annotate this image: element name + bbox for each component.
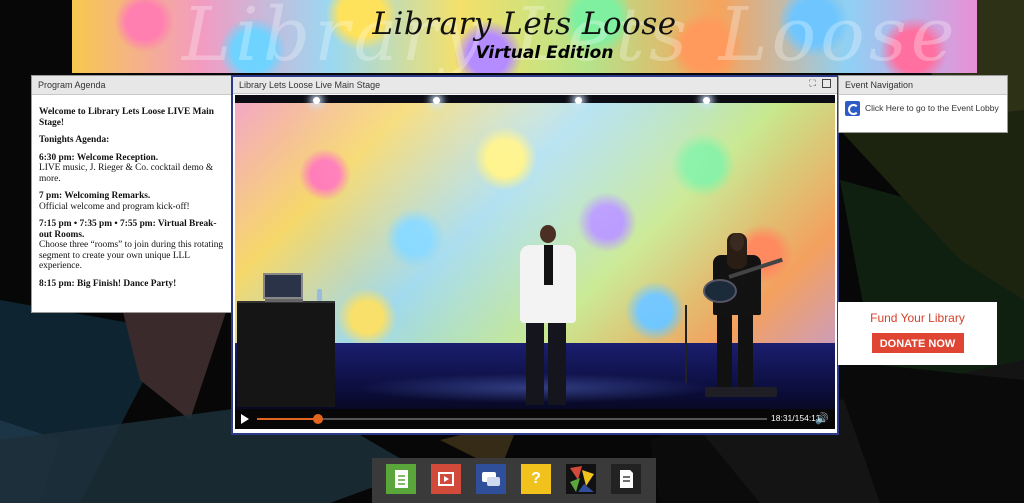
fullscreen-icon[interactable]: ⛶	[808, 79, 817, 88]
fund-title: Fund Your Library	[870, 311, 965, 325]
stage-light	[313, 97, 320, 104]
document-icon[interactable]	[386, 464, 416, 494]
program-agenda-header: Program Agenda	[32, 76, 231, 95]
play-icon[interactable]	[241, 414, 249, 424]
guitarist-legs	[717, 313, 753, 391]
agenda-item-title: 7 pm: Welcoming Remarks.	[39, 191, 151, 201]
mosaic-icon[interactable]	[566, 464, 596, 494]
donate-now-button[interactable]: DONATE NOW	[871, 333, 964, 353]
agenda-item-desc: LIVE music, J. Rieger & Co. cocktail dem…	[39, 163, 214, 184]
guitarist-head	[730, 233, 744, 251]
document-glyph	[395, 470, 408, 488]
bottom-dock: ?	[372, 458, 656, 503]
main-stage-header: Library Lets Loose Live Main Stage ⛶	[233, 77, 837, 94]
seek-bar-fill	[257, 418, 319, 420]
banner-title: Library Lets Loose	[372, 6, 677, 42]
program-agenda-panel: Program Agenda Welcome to Library Lets L…	[31, 75, 232, 313]
maximize-icon[interactable]	[822, 79, 831, 88]
agenda-item: 7:15 pm • 7:35 pm • 7:55 pm: Virtual Bre…	[39, 219, 225, 272]
header-banner: Library Lets Loose Library Lets Loose Vi…	[72, 0, 977, 73]
chat-glyph	[482, 472, 500, 486]
playback-time: 18:31/154:13	[771, 413, 821, 423]
dj-podium	[237, 301, 335, 407]
agenda-item-desc: Choose three “rooms” to join during this…	[39, 240, 224, 271]
mic-stand	[685, 305, 687, 383]
mosaic-glyph	[570, 466, 594, 492]
laptop-base	[265, 299, 303, 302]
agenda-item: 7 pm: Welcoming Remarks. Official welcome…	[39, 191, 225, 212]
event-navigation-header: Event Navigation	[839, 76, 1007, 95]
banner-subtitle: Virtual Edition	[475, 43, 614, 63]
agenda-body: Welcome to Library Lets Loose LIVE Main …	[32, 95, 231, 289]
volume-icon[interactable]: 🔊	[815, 412, 829, 425]
bottle	[317, 289, 322, 301]
seek-handle[interactable]	[313, 414, 324, 424]
page-icon[interactable]	[611, 464, 641, 494]
stage-truss	[235, 95, 835, 103]
agenda-item-title: 8:15 pm: Big Finish! Dance Party!	[39, 278, 177, 289]
video-icon[interactable]	[431, 464, 461, 494]
help-icon[interactable]: ?	[521, 464, 551, 494]
lobby-icon	[845, 101, 860, 116]
page-glyph	[620, 470, 633, 488]
question-mark: ?	[531, 470, 541, 487]
host-head	[540, 225, 556, 243]
agenda-item: 8:15 pm: Big Finish! Dance Party!	[39, 279, 225, 290]
stage-light	[703, 97, 710, 104]
seek-bar[interactable]	[257, 414, 767, 424]
video-controls: 18:31/154:13 🔊	[235, 409, 835, 429]
main-stage-panel: Library Lets Loose Live Main Stage ⛶ 18:…	[231, 75, 839, 435]
video-player[interactable]	[235, 95, 835, 413]
main-stage-title: Library Lets Loose Live Main Stage	[239, 80, 381, 90]
stage-light	[433, 97, 440, 104]
stage-header-icons: ⛶	[808, 79, 831, 88]
host-shirt	[544, 245, 553, 285]
guitar	[703, 279, 737, 303]
event-lobby-label: Click Here to go to the Event Lobby	[865, 103, 999, 113]
agenda-item-title: 6:30 pm: Welcome Reception.	[39, 152, 159, 163]
agenda-item-title: 7:15 pm • 7:35 pm • 7:55 pm: Virtual Bre…	[39, 219, 217, 240]
agenda-item-desc: Official welcome and program kick-off!	[39, 201, 190, 212]
stage-light	[575, 97, 582, 104]
event-navigation-panel: Event Navigation Click Here to go to the…	[838, 75, 1008, 133]
film-glyph	[438, 472, 454, 486]
host-legs	[526, 321, 566, 405]
chat-icon[interactable]	[476, 464, 506, 494]
agenda-tonight: Tonights Agenda:	[39, 135, 110, 145]
laptop	[263, 273, 303, 299]
event-lobby-link[interactable]: Click Here to go to the Event Lobby	[839, 95, 1007, 122]
fund-your-library-box: Fund Your Library DONATE NOW	[838, 302, 997, 365]
agenda-item: 6:30 pm: Welcome Reception. LIVE music, J…	[39, 153, 225, 185]
agenda-welcome: Welcome to Library Lets Loose LIVE Main …	[39, 107, 214, 128]
guitar-pedals	[705, 387, 777, 397]
